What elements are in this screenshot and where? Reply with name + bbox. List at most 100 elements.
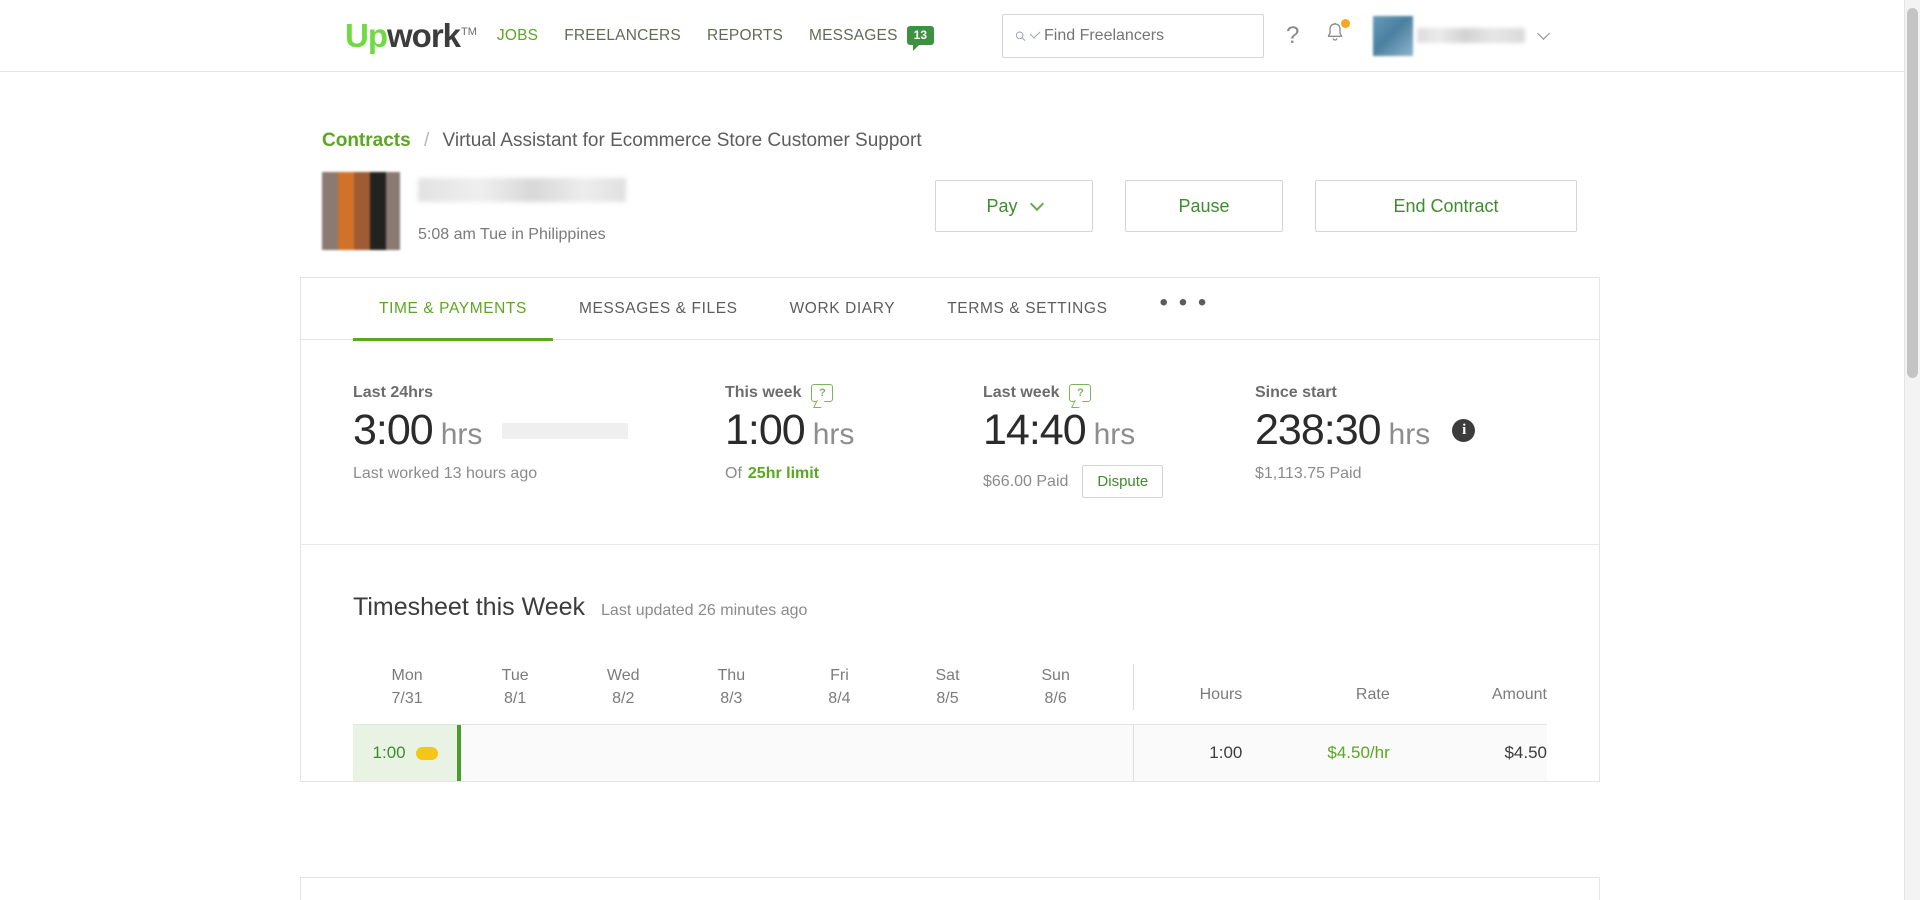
tab-time-and-payments[interactable]: TIME & PAYMENTS [353,278,553,340]
day-header-mon-date: 7/31 [353,687,461,710]
freelancer-name-redacted [418,178,626,202]
upwork-logo[interactable]: Upwork TM [345,19,477,52]
scrollbar-thumb[interactable] [1907,8,1918,378]
stat-since-start-value: 238:30 [1255,406,1381,455]
stat-last-24hrs-value: 3:00 [353,406,433,455]
contract-action-buttons: Pay Pause End Contract [935,180,1577,232]
timesheet-grid: Mon 7/31 Tue 8/1 Wed 8/2 Thu 8/3 [353,664,1547,781]
tab-bar: TIME & PAYMENTS MESSAGES & FILES WORK DI… [301,278,1599,340]
day-header-mon: Mon 7/31 [353,664,461,710]
timesheet-last-updated: Last updated 26 minutes ago [601,602,807,620]
search-box[interactable] [1002,14,1264,58]
freelancer-summary: 5:08 am Tue in Philippines [322,172,626,250]
page-scrollbar[interactable] [1904,0,1920,900]
stat-this-week-unit: hrs [813,418,855,452]
row-rate: $4.50/hr [1242,725,1389,781]
end-contract-button-label: End Contract [1393,196,1498,217]
pay-chevron-down-icon [1029,196,1043,210]
tab-messages-and-files[interactable]: MESSAGES & FILES [553,278,764,340]
breadcrumb-current-page: Virtual Assistant for Ecommerce Store Cu… [443,130,922,151]
main-nav-links: JOBS FREELANCERS REPORTS MESSAGES 13 [497,26,934,45]
timesheet-cell-sun[interactable] [1002,725,1110,781]
stat-this-week-label-group: This week ? [725,384,983,402]
timesheet-column-headers: Mon 7/31 Tue 8/1 Wed 8/2 Thu 8/3 [353,664,1547,725]
tab-more-options-icon[interactable]: • • • [1134,278,1236,340]
nav-item-messages[interactable]: MESSAGES 13 [809,26,934,45]
this-week-help-tooltip-icon[interactable]: ? [811,384,833,402]
stat-last-24hrs-value-group: 3:00 hrs [353,406,725,455]
timesheet-cell-sat[interactable] [894,725,1002,781]
stat-last-24hrs-label: Last 24hrs [353,384,725,402]
search-input[interactable] [1044,27,1251,45]
stat-last-24hrs: Last 24hrs 3:00 hrs Last worked 13 hours… [353,384,725,498]
stat-since-start: Since start 238:30 hrs i $1,113.75 Paid [1255,384,1475,498]
breadcrumb-separator: / [424,130,429,151]
pause-button[interactable]: Pause [1125,180,1283,232]
day-header-sat-day: Sat [893,664,1001,687]
stat-this-week-limit: 25hr limit [748,465,819,483]
pay-button-label: Pay [986,196,1017,217]
stat-last-week-paid: $66.00 Paid [983,473,1068,491]
stat-since-start-unit: hrs [1389,418,1431,452]
day-header-thu-date: 8/3 [677,687,785,710]
manual-time-pill-icon [416,747,438,760]
day-header-sat-date: 8/5 [893,687,1001,710]
nav-item-freelancers[interactable]: FREELANCERS [564,27,681,45]
stat-this-week-value-group: 1:00 hrs [725,406,983,455]
tab-terms-and-settings[interactable]: TERMS & SETTINGS [921,278,1133,340]
stat-last-week: Last week ? 14:40 hrs $66.00 Paid Disput… [983,384,1255,498]
row-spacer [1110,725,1134,781]
grid-spacer [1110,664,1134,710]
account-chevron-down-icon[interactable] [1537,27,1550,40]
stat-last-week-value-group: 14:40 hrs [983,406,1255,455]
since-start-info-icon[interactable]: i [1452,419,1475,442]
freelancer-avatar[interactable] [322,172,400,250]
stat-this-week-label: This week [725,384,801,402]
help-icon[interactable]: ? [1286,22,1299,50]
stat-last-week-label: Last week [983,384,1059,402]
breadcrumb-contracts-link[interactable]: Contracts [322,130,411,151]
user-name-redacted [1417,28,1525,43]
day-header-fri-date: 8/4 [785,687,893,710]
pay-button[interactable]: Pay [935,180,1093,232]
day-header-sun-day: Sun [1002,664,1110,687]
nav-item-reports[interactable]: REPORTS [707,27,783,45]
day-header-thu-day: Thu [677,664,785,687]
timesheet-cell-mon[interactable]: 1:00 [353,725,461,781]
logo-tm-mark: TM [461,26,477,38]
day-header-tue: Tue 8/1 [461,664,569,710]
day-header-wed: Wed 8/2 [569,664,677,710]
day-header-tue-date: 8/1 [461,687,569,710]
stat-since-start-paid: $1,113.75 Paid [1255,465,1475,483]
column-header-amount: Amount [1390,664,1547,710]
stat-last-week-sub: $66.00 Paid Dispute [983,465,1255,498]
stat-since-start-value-group: 238:30 hrs i [1255,406,1475,455]
stat-last-24hrs-sub: Last worked 13 hours ago [353,465,725,483]
breadcrumb: Contracts / Virtual Assistant for Ecomme… [322,130,922,152]
freelancer-local-time: 5:08 am Tue in Philippines [418,226,626,244]
timesheet-cell-fri[interactable] [785,725,893,781]
stat-this-week: This week ? 1:00 hrs Of 25hr limit [725,384,983,498]
day-header-sun-date: 8/6 [1002,687,1110,710]
tab-work-diary[interactable]: WORK DIARY [764,278,922,340]
end-contract-button[interactable]: End Contract [1315,180,1577,232]
timesheet-cell-thu[interactable] [677,725,785,781]
day-header-tue-day: Tue [461,664,569,687]
stat-this-week-value: 1:00 [725,406,805,455]
messages-count-badge: 13 [907,26,934,45]
notifications-bell-icon[interactable] [1323,21,1347,51]
nav-item-jobs[interactable]: JOBS [497,27,538,45]
dispute-button[interactable]: Dispute [1082,465,1163,498]
stat-this-week-sub-prefix: Of [725,465,742,483]
stat-last-week-unit: hrs [1094,418,1136,452]
day-header-sun: Sun 8/6 [1002,664,1110,710]
user-avatar[interactable] [1373,16,1413,56]
last-week-help-tooltip-icon[interactable]: ? [1069,384,1091,402]
day-header-fri: Fri 8/4 [785,664,893,710]
logo-work-text: work [387,17,460,54]
timesheet-cell-tue[interactable] [461,725,569,781]
timesheet-cell-wed[interactable] [569,725,677,781]
search-icon [1015,28,1026,44]
search-category-chevron-down-icon[interactable] [1029,28,1040,39]
nav-item-messages-label: MESSAGES [809,27,898,45]
